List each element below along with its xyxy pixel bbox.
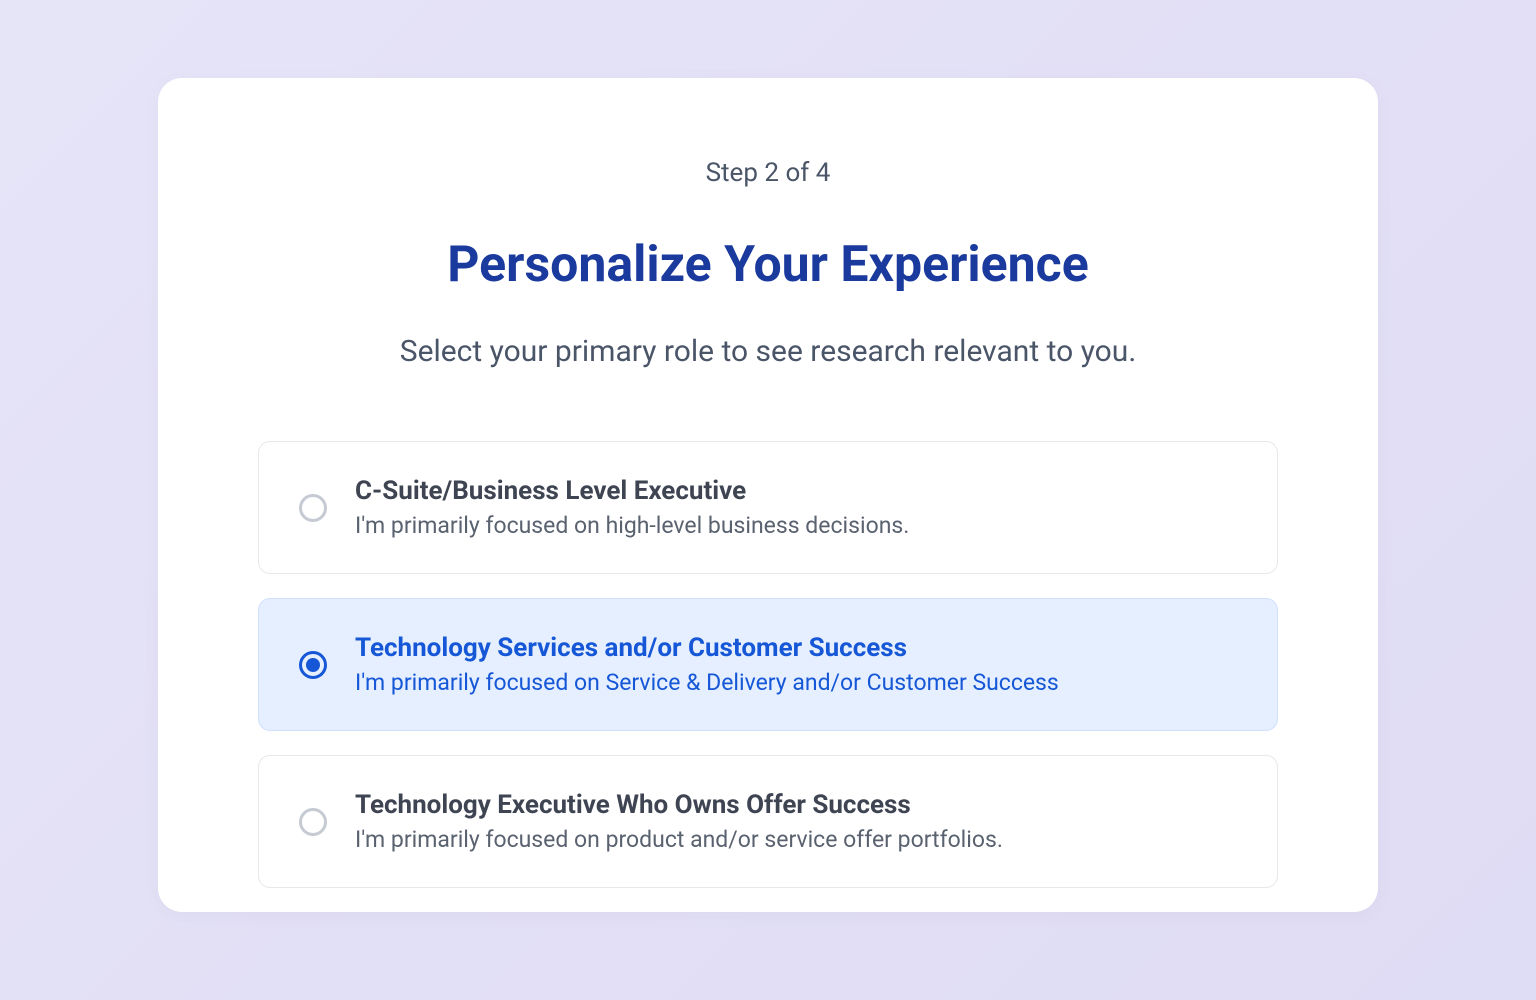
- step-indicator: Step 2 of 4: [158, 158, 1378, 188]
- radio-icon: [299, 808, 327, 836]
- role-option-tech-services[interactable]: Technology Services and/or Customer Succ…: [258, 598, 1278, 731]
- option-description: I'm primarily focused on high-level busi…: [355, 512, 1237, 539]
- role-option-csuite[interactable]: C-Suite/Business Level Executive I'm pri…: [258, 441, 1278, 574]
- radio-icon: [299, 494, 327, 522]
- option-title: C-Suite/Business Level Executive: [355, 476, 1237, 506]
- onboarding-card: Step 2 of 4 Personalize Your Experience …: [158, 78, 1378, 912]
- option-description: I'm primarily focused on product and/or …: [355, 826, 1237, 853]
- page-subtitle: Select your primary role to see research…: [158, 334, 1378, 369]
- role-options-list: C-Suite/Business Level Executive I'm pri…: [158, 441, 1378, 888]
- option-title: Technology Services and/or Customer Succ…: [355, 633, 1237, 663]
- radio-icon: [299, 651, 327, 679]
- option-content: Technology Services and/or Customer Succ…: [355, 633, 1237, 696]
- page-title: Personalize Your Experience: [158, 236, 1378, 294]
- option-content: Technology Executive Who Owns Offer Succ…: [355, 790, 1237, 853]
- option-content: C-Suite/Business Level Executive I'm pri…: [355, 476, 1237, 539]
- option-title: Technology Executive Who Owns Offer Succ…: [355, 790, 1237, 820]
- role-option-tech-executive[interactable]: Technology Executive Who Owns Offer Succ…: [258, 755, 1278, 888]
- option-description: I'm primarily focused on Service & Deliv…: [355, 669, 1237, 696]
